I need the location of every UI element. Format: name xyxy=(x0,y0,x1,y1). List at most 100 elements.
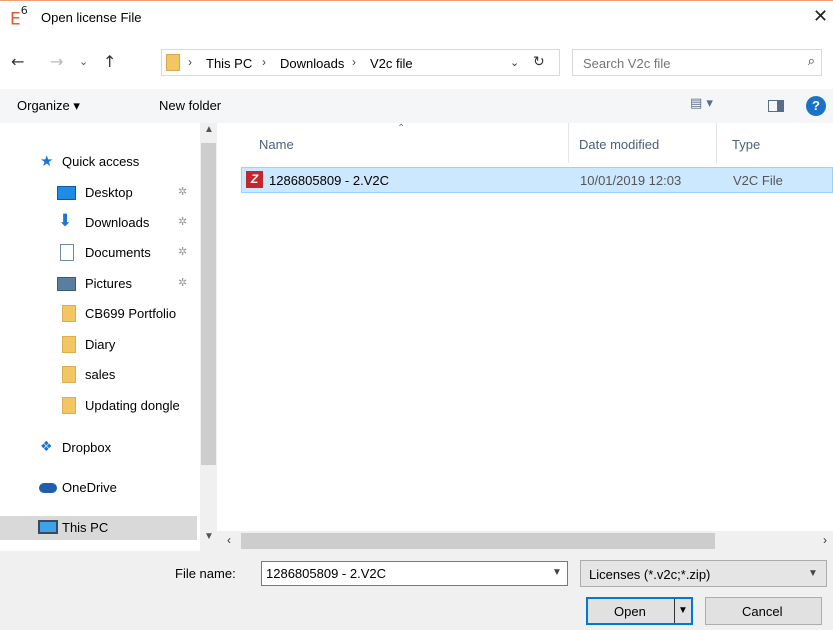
file-name-label: File name: xyxy=(175,566,236,581)
file-date: 10/01/2019 12:03 xyxy=(580,173,682,188)
nav-item-onedrive[interactable]: OneDrive xyxy=(0,476,200,500)
nav-item-label: This PC xyxy=(62,520,109,535)
breadcrumb-downloads[interactable]: Downloads xyxy=(280,56,344,71)
chevron-down-icon[interactable]: ▼ xyxy=(808,568,818,579)
recent-locations-icon[interactable]: ⌄ xyxy=(79,55,88,68)
nav-item-label: Desktop xyxy=(85,185,133,200)
onedrive-icon xyxy=(39,483,57,493)
window-title: Open license File xyxy=(41,10,142,25)
up-arrow-icon[interactable]: ↑ xyxy=(103,52,116,71)
nav-item-dropbox[interactable]: ❖ Dropbox xyxy=(0,436,200,460)
change-view-icon[interactable]: ▤ ▾ xyxy=(690,96,713,111)
column-divider[interactable] xyxy=(716,123,717,163)
organize-button[interactable]: Organize ▾ xyxy=(17,98,80,114)
address-bar[interactable]: › This PC › Downloads › V2c file ⌄ ↻ xyxy=(161,49,560,76)
breadcrumb-v2c-file[interactable]: V2c file xyxy=(370,56,413,71)
refresh-icon[interactable]: ↻ xyxy=(533,54,545,70)
search-box[interactable]: ⌕ xyxy=(572,49,822,76)
nav-item-quick-access[interactable]: ★ Quick access xyxy=(0,150,200,174)
new-folder-button[interactable]: New folder xyxy=(159,98,221,113)
back-arrow-icon[interactable]: ← xyxy=(11,52,24,71)
split-divider xyxy=(674,599,675,623)
nav-item-label: sales xyxy=(85,367,116,382)
scroll-right-icon[interactable]: › xyxy=(823,533,827,547)
column-divider[interactable] xyxy=(568,123,569,163)
nav-scrollbar[interactable]: ▲ ▼ xyxy=(200,123,217,551)
pin-icon[interactable]: ✲ xyxy=(178,245,187,258)
scroll-down-icon[interactable]: ▼ xyxy=(204,531,214,542)
this-pc-icon xyxy=(38,520,58,534)
nav-item-label: Pictures xyxy=(85,276,132,291)
nav-item-label: OneDrive xyxy=(62,480,117,495)
file-row[interactable]: Z 1286805809 - 2.V2C 10/01/2019 12:03 V2… xyxy=(241,167,833,193)
nav-item-this-pc[interactable]: This PC xyxy=(0,516,197,540)
nav-item-cb699-portfolio[interactable]: CB699 Portfolio xyxy=(0,302,200,326)
breadcrumb-separator[interactable]: › xyxy=(352,55,356,69)
scroll-up-icon[interactable]: ▲ xyxy=(204,124,214,135)
sort-up-icon: ⌃ xyxy=(397,123,406,134)
nav-item-label: CB699 Portfolio xyxy=(85,306,177,321)
column-header-name[interactable]: Name xyxy=(259,137,294,152)
open-button-label: Open xyxy=(614,604,646,619)
folder-icon xyxy=(62,336,76,353)
scroll-left-icon[interactable]: ‹ xyxy=(227,533,231,547)
folder-icon xyxy=(62,305,76,322)
pin-icon[interactable]: ✲ xyxy=(178,185,187,198)
column-header-type[interactable]: Type xyxy=(732,137,760,152)
address-row: ← → ⌄ ↑ › This PC › Downloads › V2c file… xyxy=(0,45,833,79)
pin-icon[interactable]: ✲ xyxy=(178,215,187,228)
open-file-dialog: E6 Open license File ✕ ← → ⌄ ↑ › This PC… xyxy=(0,0,833,630)
app-logo-icon: E6 xyxy=(10,4,28,30)
file-name-combobox[interactable]: ▼ xyxy=(261,561,568,586)
scrollbar-thumb[interactable] xyxy=(241,533,715,549)
cancel-button[interactable]: Cancel xyxy=(705,597,822,625)
nav-item-sales[interactable]: sales xyxy=(0,363,200,387)
nav-item-label: Diary xyxy=(85,337,116,352)
help-icon[interactable]: ? xyxy=(806,96,826,116)
file-type-filter-value: Licenses (*.v2c;*.zip) xyxy=(589,567,711,582)
nav-item-label: Quick access xyxy=(62,154,140,169)
nav-item-diary[interactable]: Diary xyxy=(0,333,200,357)
nav-item-pictures[interactable]: Pictures ✲ xyxy=(0,272,200,296)
chevron-down-icon[interactable]: ▼ xyxy=(552,567,562,578)
nav-item-label: Downloads xyxy=(85,215,150,230)
preview-pane-icon[interactable] xyxy=(768,100,784,112)
dialog-footer: File name: ▼ Licenses (*.v2c;*.zip) ▼ Op… xyxy=(0,551,833,630)
column-header-date-modified[interactable]: Date modified xyxy=(579,137,659,152)
folder-icon xyxy=(166,54,180,71)
cancel-button-label: Cancel xyxy=(742,604,783,619)
pin-icon[interactable]: ✲ xyxy=(178,276,187,289)
desktop-icon xyxy=(57,186,76,200)
file-type: V2C File xyxy=(733,173,783,188)
navigation-pane: ★ Quick access Desktop ✲ ⬇ Downloads ✲ D… xyxy=(0,123,217,551)
title-bar: E6 Open license File ✕ xyxy=(0,1,833,35)
horizontal-scrollbar[interactable]: ‹ › xyxy=(217,531,833,551)
filezilla-file-icon: Z xyxy=(246,171,263,188)
chevron-down-icon[interactable]: ⌄ xyxy=(510,56,519,69)
close-icon[interactable]: ✕ xyxy=(813,6,828,27)
nav-item-documents[interactable]: Documents ✲ xyxy=(0,241,200,265)
search-icon[interactable]: ⌕ xyxy=(808,54,815,69)
breadcrumb-this-pc[interactable]: This PC xyxy=(206,56,252,71)
nav-item-updating-dongle[interactable]: Updating dongle xyxy=(0,394,200,418)
chevron-down-icon[interactable]: ▼ xyxy=(678,605,688,616)
nav-item-label: Updating dongle xyxy=(85,398,180,413)
file-list: ⌃ Name Date modified Type Z 1286805809 -… xyxy=(217,123,833,551)
file-type-filter[interactable]: Licenses (*.v2c;*.zip) ▼ xyxy=(580,560,827,587)
nav-item-desktop[interactable]: Desktop ✲ xyxy=(0,181,200,205)
breadcrumb-separator[interactable]: › xyxy=(188,55,192,69)
search-input[interactable] xyxy=(583,54,783,72)
forward-arrow-icon[interactable]: → xyxy=(50,52,63,71)
nav-item-label: Dropbox xyxy=(62,440,112,455)
pictures-icon xyxy=(57,277,76,291)
open-button[interactable]: Open ▼ xyxy=(586,597,693,625)
documents-icon xyxy=(60,244,74,261)
nav-item-downloads[interactable]: ⬇ Downloads ✲ xyxy=(0,211,200,235)
file-name: 1286805809 - 2.V2C xyxy=(269,173,389,188)
star-icon: ★ xyxy=(40,152,54,170)
breadcrumb-separator[interactable]: › xyxy=(262,55,266,69)
scrollbar-thumb[interactable] xyxy=(201,143,216,465)
dropbox-icon: ❖ xyxy=(40,439,53,455)
file-name-input[interactable] xyxy=(266,566,536,581)
download-icon: ⬇ xyxy=(58,211,73,231)
